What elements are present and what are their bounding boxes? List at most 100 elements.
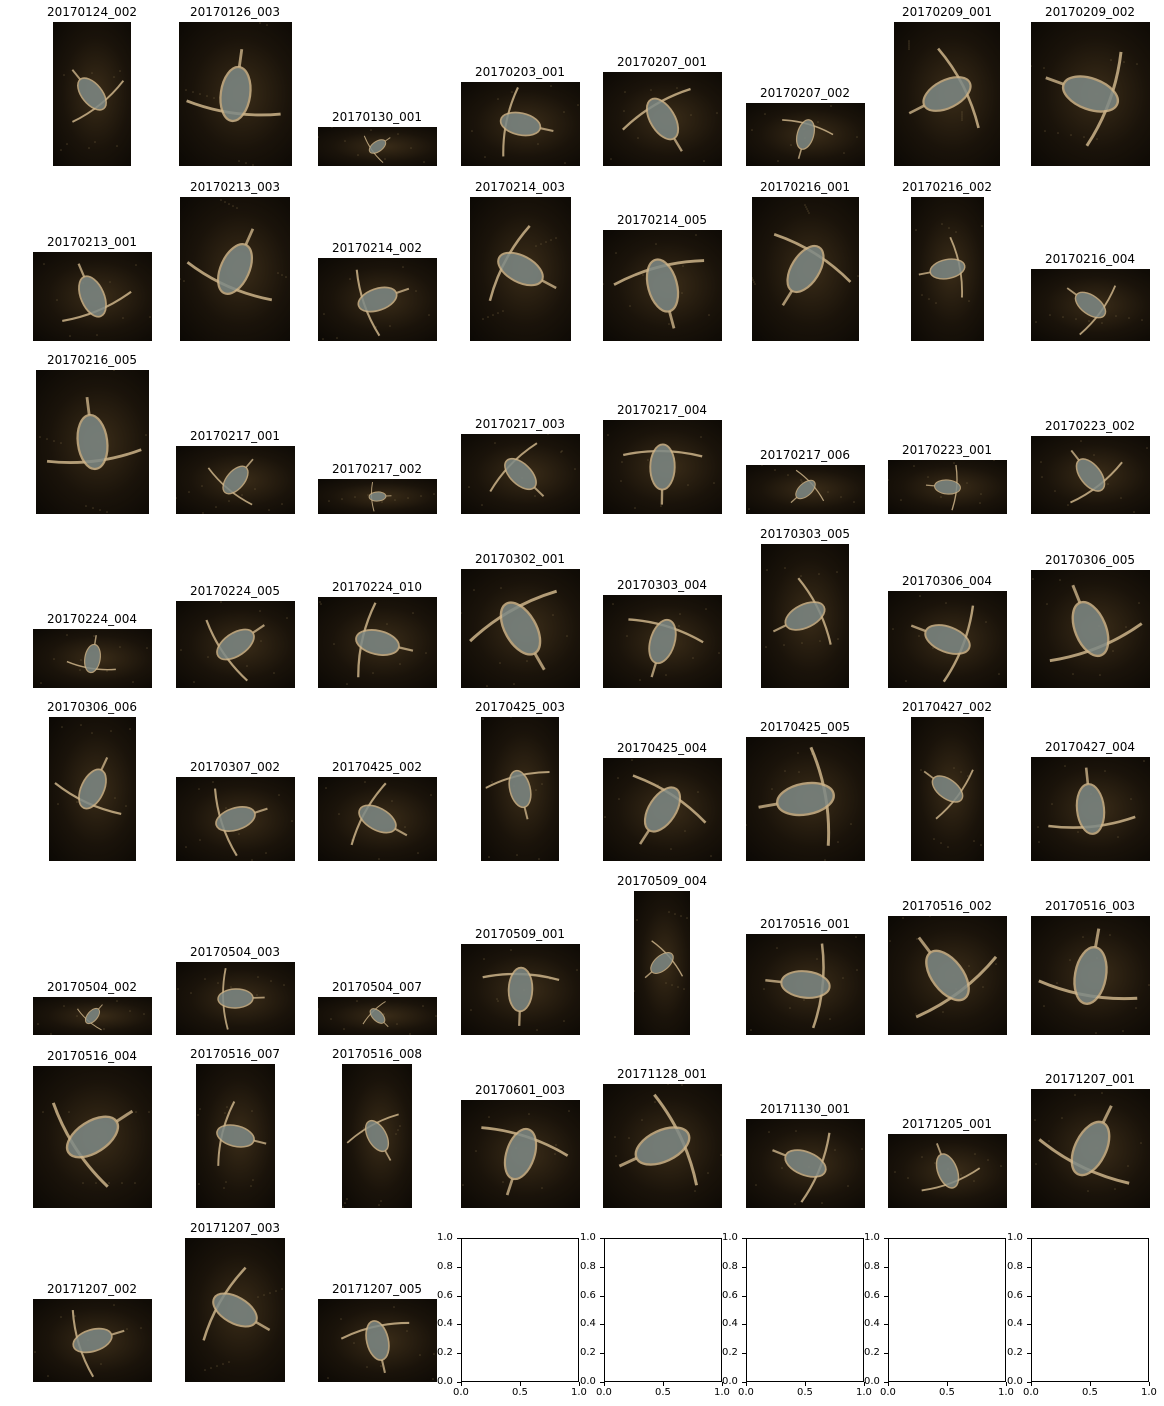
speckle xyxy=(1061,316,1064,318)
speckle xyxy=(646,459,649,461)
speckle xyxy=(501,310,504,312)
speckle xyxy=(363,781,366,783)
speckle xyxy=(75,801,78,803)
specimen-image xyxy=(765,567,839,648)
speckle xyxy=(753,283,756,285)
speckle xyxy=(575,969,578,971)
speckle xyxy=(841,977,844,979)
y-tick-label: 0.4 xyxy=(864,1318,880,1329)
specimen-body xyxy=(496,251,544,287)
specimen-photo xyxy=(53,22,131,166)
specimen-tail xyxy=(110,1329,125,1336)
y-tick-mark xyxy=(1027,1238,1031,1239)
speckle xyxy=(383,158,386,160)
speckle xyxy=(1127,317,1130,319)
specimen-body xyxy=(215,628,255,661)
speckle xyxy=(540,1187,543,1189)
speckle xyxy=(664,674,667,676)
speckle xyxy=(408,1033,411,1035)
speckle xyxy=(116,145,118,147)
specimen-title: 20170216_001 xyxy=(760,180,850,194)
speckle xyxy=(206,656,209,658)
specimen-title: 20171130_001 xyxy=(760,1102,850,1116)
speckle xyxy=(776,160,779,162)
speckle xyxy=(999,1165,1002,1167)
empty-axes xyxy=(604,1238,722,1382)
specimen-body xyxy=(783,1149,827,1178)
speckle xyxy=(789,144,792,146)
specimen-panel: 20171207_001 xyxy=(1030,1072,1150,1208)
speckle xyxy=(1106,483,1109,485)
speckle xyxy=(836,571,838,573)
specimen-image xyxy=(175,458,283,514)
specimen-body xyxy=(357,804,397,834)
specimen-image xyxy=(919,767,982,848)
speckle xyxy=(1122,61,1125,63)
speckle xyxy=(818,573,820,575)
speckle xyxy=(42,263,45,265)
specimen-title: 20170303_005 xyxy=(760,527,850,541)
speckle xyxy=(98,509,101,511)
specimen-title: 20170203_001 xyxy=(475,65,565,79)
speckle xyxy=(763,113,766,115)
specimen-title: 20170209_002 xyxy=(1045,5,1135,19)
speckle xyxy=(269,980,272,982)
speckle xyxy=(175,497,177,499)
specimen-panel: 20170516_003 xyxy=(1030,899,1150,1035)
x-tick-label: 0.0 xyxy=(453,1387,469,1398)
speckle xyxy=(59,1316,62,1318)
specimen-panel: 20170207_002 xyxy=(745,86,865,166)
specimen-tail xyxy=(925,484,935,487)
specimen-panel: 20170504_007 xyxy=(317,980,437,1035)
speckle xyxy=(709,855,712,857)
specimen-body xyxy=(1074,291,1106,319)
speckle xyxy=(324,787,327,789)
specimen-photo xyxy=(180,197,290,341)
speckle xyxy=(683,988,685,990)
specimen-body xyxy=(1070,1120,1110,1177)
speckle xyxy=(237,160,240,162)
speckle xyxy=(66,143,68,145)
y-tick-mark xyxy=(742,1324,746,1325)
speckle xyxy=(967,965,970,967)
speckle xyxy=(285,617,288,619)
specimen-image xyxy=(318,601,427,685)
speckle xyxy=(118,646,121,648)
speckle xyxy=(680,292,683,294)
specimen-title: 20170306_006 xyxy=(47,700,137,714)
specimen-photo xyxy=(195,1064,275,1208)
speckle xyxy=(939,496,942,498)
speckle xyxy=(196,1114,199,1116)
specimen-panel: 20170124_002 xyxy=(47,5,137,166)
speckle xyxy=(474,1150,477,1152)
specimen-tail xyxy=(790,496,797,504)
speckle xyxy=(257,1296,259,1298)
speckle xyxy=(491,314,494,316)
speckle xyxy=(793,1203,796,1205)
specimen-body xyxy=(357,286,397,313)
speckle xyxy=(46,1375,49,1377)
specimen-title: 20170214_005 xyxy=(617,213,707,227)
specimen-image xyxy=(603,759,712,857)
speckle xyxy=(560,450,563,452)
speckle xyxy=(222,1363,224,1365)
specimen-title: 20170504_002 xyxy=(47,980,137,994)
speckle xyxy=(510,91,513,93)
specimen-panel: 20170516_002 xyxy=(887,899,1007,1035)
speckle xyxy=(1069,134,1072,136)
speckle xyxy=(200,485,203,487)
specimen-photo xyxy=(602,230,722,341)
speckle xyxy=(317,136,319,138)
specimen-photo xyxy=(35,370,149,514)
speckle xyxy=(210,1367,212,1369)
specimen-title: 20170213_003 xyxy=(190,180,280,194)
speckle xyxy=(41,1111,44,1113)
speckle xyxy=(184,846,187,848)
speckle xyxy=(1043,130,1046,132)
speckle xyxy=(614,1155,617,1157)
speckle xyxy=(424,652,427,654)
speckle xyxy=(820,1202,823,1204)
speckle xyxy=(119,70,121,72)
speckle xyxy=(1058,579,1061,581)
speckle xyxy=(1034,321,1037,323)
